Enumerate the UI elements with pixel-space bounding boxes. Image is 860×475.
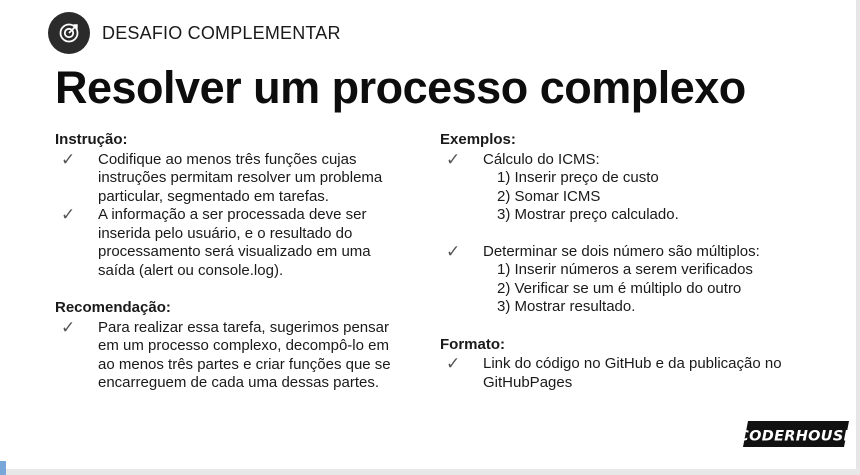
check-icon: ✓ bbox=[61, 149, 76, 169]
exemplo-label: Cálculo do ICMS: bbox=[483, 150, 600, 168]
formato-heading: Formato: bbox=[440, 335, 505, 353]
exemplo-step: 1) Inserir preço de custo bbox=[497, 169, 659, 186]
right-edge bbox=[856, 0, 860, 475]
exemplos-heading: Exemplos: bbox=[440, 131, 516, 148]
bottom-accent bbox=[0, 461, 6, 475]
formato-item: ✓ Link do código no GitHub e da publicaç… bbox=[440, 355, 830, 392]
instrucao-heading: Instrução: bbox=[55, 131, 128, 148]
check-icon: ✓ bbox=[61, 317, 76, 337]
exemplo-step: 2) Somar ICMS bbox=[497, 187, 601, 205]
instrucao-item: ✓ A informação a ser processada deve ser… bbox=[55, 206, 400, 280]
instrucao-item-text: Codifique ao menos três funções cujas in… bbox=[98, 150, 383, 205]
header-label: DESAFIO COMPLEMENTAR bbox=[102, 22, 341, 43]
exemplo-group: ✓ Determinar se dois número são múltiplo… bbox=[440, 241, 830, 317]
instrucao-item: ✓ Codifique ao menos três funções cujas … bbox=[55, 149, 400, 207]
check-icon: ✓ bbox=[446, 149, 461, 169]
instrucao-item-text: A informação a ser processada deve ser i… bbox=[98, 206, 371, 279]
target-icon bbox=[48, 12, 90, 54]
recomendacao-item: ✓ Para realizar essa tarefa, sugerimos p… bbox=[55, 317, 400, 393]
page-title: Resolver um processo complexo bbox=[55, 62, 746, 113]
bottom-edge bbox=[0, 469, 860, 475]
exemplo-step: 3) Mostrar resultado. bbox=[497, 298, 636, 315]
exemplo-step: 2) Verificar se um é múltiplo do outro bbox=[497, 279, 742, 297]
left-column: Instrução: ✓ Codifique ao menos três fun… bbox=[55, 131, 400, 393]
exemplo-step: 3) Mostrar preço calculado. bbox=[497, 206, 679, 223]
right-column: Exemplos: ✓ Cálculo do ICMS: 1) Inserir … bbox=[440, 131, 830, 392]
slide-header: DESAFIO COMPLEMENTAR bbox=[48, 12, 341, 54]
recomendacao-item-text: Para realizar essa tarefa, sugerimos pen… bbox=[98, 318, 391, 392]
coderhouse-logo: CODERHOUSE bbox=[738, 420, 854, 453]
check-icon: ✓ bbox=[61, 205, 76, 224]
formato-item-text: Link do código no GitHub e da publicação… bbox=[483, 355, 782, 391]
exemplo-label: Determinar se dois número são múltiplos: bbox=[483, 242, 760, 260]
exemplo-group: ✓ Cálculo do ICMS: 1) Inserir preço de c… bbox=[440, 149, 830, 225]
logo-text: CODERHOUSE bbox=[742, 429, 850, 445]
exemplo-step: 1) Inserir números a serem verificados bbox=[497, 261, 753, 278]
recomendacao-heading: Recomendação: bbox=[55, 299, 171, 316]
check-icon: ✓ bbox=[446, 241, 461, 261]
check-icon: ✓ bbox=[446, 354, 461, 373]
